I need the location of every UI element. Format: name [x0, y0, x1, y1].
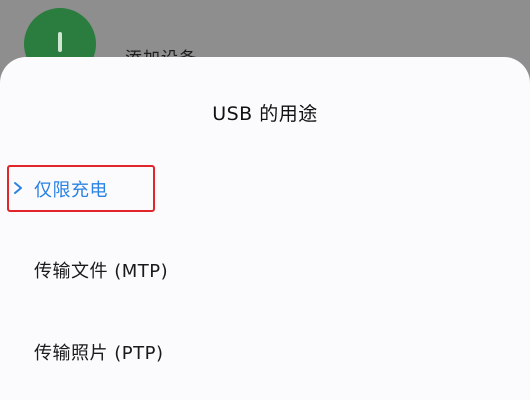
usb-usage-sheet: USB 的用途 仅限充电 传输文件 (MTP) 传输照片 (PTP) — [0, 57, 530, 400]
sheet-title: USB 的用途 — [212, 103, 318, 125]
option-label: 传输照片 (PTP) — [34, 343, 164, 364]
option-photo-transfer-ptp[interactable]: 传输照片 (PTP) — [0, 321, 530, 381]
screen: 添加设备 USB 的用途 仅限充电 传输文件 (MTP) 传输照片 (PTP) — [0, 0, 530, 400]
option-file-transfer-mtp[interactable]: 传输文件 (MTP) — [0, 239, 530, 299]
highlight-annotation — [7, 165, 155, 212]
option-label: 传输文件 (MTP) — [34, 261, 169, 282]
